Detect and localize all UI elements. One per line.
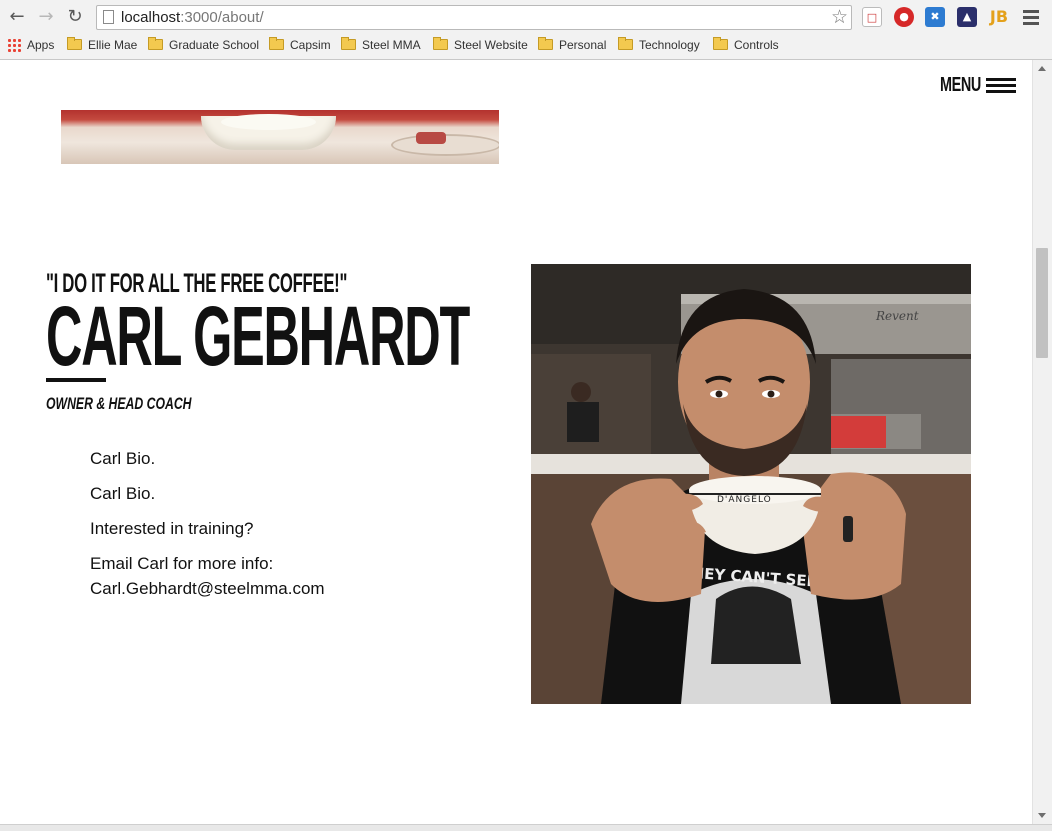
- folder-icon: [538, 37, 553, 50]
- profile-name: CARL GEBHARDT: [46, 289, 470, 383]
- folder-icon: [433, 37, 448, 50]
- x-extension-icon[interactable]: ✖: [925, 7, 945, 27]
- bookmark-steel-mma[interactable]: Steel MMA: [341, 36, 421, 54]
- adblock-icon[interactable]: ●: [894, 7, 914, 27]
- browser-chrome: ← → ↻ localhost:3000/about/ ☆ □ ● ✖ ▲ JB…: [0, 0, 1052, 60]
- jetbrains-icon[interactable]: JB: [989, 7, 1009, 27]
- folder-icon: [341, 37, 356, 50]
- horizontal-scrollbar[interactable]: [0, 824, 1052, 831]
- bio-line: Carl Bio.: [90, 484, 156, 503]
- vertical-scrollbar[interactable]: [1032, 60, 1052, 824]
- folder-icon: [148, 37, 163, 50]
- folder-icon: [713, 37, 728, 50]
- back-icon[interactable]: ←: [6, 7, 28, 27]
- profile-bio: Carl Bio. Carl Bio. Interested in traini…: [90, 446, 470, 611]
- bookmark-star-icon[interactable]: ☆: [831, 6, 848, 28]
- name-underline: [46, 378, 106, 382]
- folder-icon: [618, 37, 633, 50]
- bio-contact: Email Carl for more info: Carl.Gebhardt@…: [90, 554, 325, 598]
- food-photo: [61, 110, 499, 164]
- bookmark-capsim[interactable]: Capsim: [269, 36, 331, 54]
- forward-icon[interactable]: →: [35, 7, 57, 27]
- bookmark-steel-website[interactable]: Steel Website: [433, 36, 528, 54]
- dark-extension-icon[interactable]: ▲: [957, 7, 977, 27]
- svg-text:Revent: Revent: [875, 309, 919, 323]
- reload-icon[interactable]: ↻: [64, 7, 86, 27]
- bookmark-graduate-school[interactable]: Graduate School: [148, 36, 259, 54]
- url-text[interactable]: localhost:3000/about/: [121, 9, 264, 26]
- page-viewport: MENU "I DO IT FOR ALL THE FREE COFFEE!" …: [0, 60, 1032, 824]
- folder-icon: [67, 37, 82, 50]
- browser-toolbar: ← → ↻ localhost:3000/about/ ☆ □ ● ✖ ▲ JB: [0, 0, 1052, 34]
- bookmark-controls[interactable]: Controls: [713, 36, 779, 54]
- folder-icon: [269, 37, 284, 50]
- pdf-extension-icon[interactable]: □: [862, 7, 882, 27]
- profile-photo: Revent THEY CAN'T SEE ME D'ANGELO: [531, 264, 971, 704]
- menu-button[interactable]: MENU: [940, 73, 1016, 97]
- bookmark-apps[interactable]: Apps: [7, 36, 54, 54]
- scrollbar-thumb[interactable]: [1036, 248, 1048, 358]
- menu-label: MENU: [940, 73, 981, 96]
- scroll-up-icon[interactable]: [1038, 66, 1046, 71]
- scroll-down-icon[interactable]: [1038, 813, 1046, 818]
- svg-text:D'ANGELO: D'ANGELO: [717, 495, 772, 505]
- bookmark-ellie-mae[interactable]: Ellie Mae: [67, 36, 137, 54]
- bio-line: Carl Bio.: [90, 449, 156, 468]
- chrome-menu-icon[interactable]: [1023, 10, 1039, 28]
- bookmarks-bar: Apps Ellie Mae Graduate School Capsim St…: [0, 34, 1052, 56]
- bookmark-personal[interactable]: Personal: [538, 36, 606, 54]
- bio-line: Interested in training?: [90, 519, 254, 538]
- bookmark-technology[interactable]: Technology: [618, 36, 700, 54]
- coach-portrait-image: Revent THEY CAN'T SEE ME D'ANGELO: [531, 264, 971, 704]
- hamburger-icon: [986, 75, 1016, 96]
- page-icon: [103, 10, 114, 24]
- apps-grid-icon: [7, 38, 21, 52]
- profile-role: OWNER & HEAD COACH: [46, 394, 192, 413]
- address-bar[interactable]: localhost:3000/about/ ☆: [96, 5, 852, 30]
